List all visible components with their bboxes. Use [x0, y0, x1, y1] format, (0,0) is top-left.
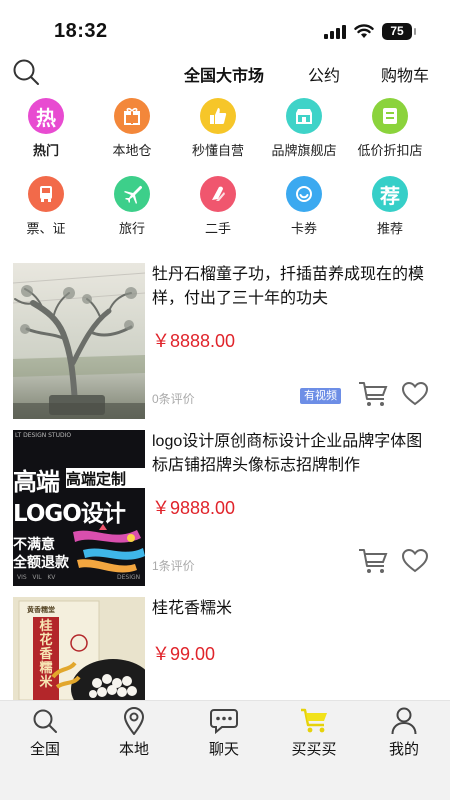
- tab-national[interactable]: 全国: [10, 707, 80, 759]
- thumbs-up-icon: [200, 98, 236, 134]
- tab-buy[interactable]: 买买买: [279, 707, 349, 759]
- product-image[interactable]: [13, 263, 145, 419]
- category-discount-store[interactable]: 低价折扣店: [345, 98, 435, 159]
- coupon-icon: [286, 176, 322, 212]
- category-label: 品牌旗舰店: [271, 143, 337, 158]
- heart-icon: [401, 548, 429, 573]
- tab-mine[interactable]: 我的: [369, 707, 439, 759]
- status-icons: 75: [324, 23, 416, 40]
- category-label: 低价折扣店: [357, 143, 423, 158]
- search-button[interactable]: [12, 58, 40, 86]
- video-badge: 有视频: [300, 388, 341, 404]
- search-icon: [33, 709, 57, 733]
- product-price: ￥9888.00: [152, 498, 236, 518]
- signal-icon: [324, 24, 346, 39]
- wifi-icon: [354, 24, 374, 38]
- shopping-cart-icon: [359, 549, 388, 573]
- product-title[interactable]: 牡丹石榴童子功，扦插苗养成现在的模样，付出了三十年的功夫: [152, 263, 437, 311]
- favorite-button[interactable]: [401, 381, 429, 406]
- category-self-operated[interactable]: 秒懂自营: [173, 98, 263, 159]
- product-price: ￥99.00: [152, 644, 216, 664]
- add-to-cart-button[interactable]: [358, 381, 388, 407]
- airplane-icon: [114, 176, 150, 212]
- discount-store-icon: [372, 98, 408, 134]
- category-recommend[interactable]: 荐 推荐: [345, 176, 435, 237]
- second-hand-icon: [200, 176, 236, 212]
- category-second-hand[interactable]: 二手: [173, 176, 263, 237]
- top-nav: 全国大市场 公约 购物车: [0, 54, 450, 90]
- product-card[interactable]: 牡丹石榴童子功，扦插苗养成现在的模样，付出了三十年的功夫 ￥8888.00 0条…: [0, 263, 450, 421]
- category-label: 本地仓: [112, 143, 152, 158]
- bottom-tab-bar: 全国 本地 聊天 买买买 我的: [0, 700, 450, 800]
- bus-ticket-icon: [28, 176, 64, 212]
- location-pin-icon: [123, 707, 145, 735]
- product-reviews: 1条评价: [152, 559, 195, 573]
- category-brand-flagship[interactable]: 品牌旗舰店: [259, 98, 349, 159]
- store-icon: [286, 98, 322, 134]
- gift-icon: [114, 98, 150, 134]
- heart-icon: [401, 381, 429, 406]
- category-label: 票、证: [26, 221, 66, 236]
- tab-label: 本地: [118, 741, 149, 758]
- status-bar: 18:32 75: [0, 0, 450, 54]
- shopping-cart-icon: [301, 708, 327, 733]
- tab-convention[interactable]: 公约: [308, 62, 340, 86]
- product-title[interactable]: 桂花香糯米: [152, 597, 437, 621]
- glutinous-rice-bag: 黄香糯堂 桂花香糯米: [13, 597, 145, 700]
- product-image[interactable]: LT DESIGN STUDIO 高端 高端定制 LOGO设计 不满意 全额退款…: [13, 430, 145, 586]
- tab-label: 我的: [388, 741, 419, 758]
- recommend-icon: 荐: [372, 176, 408, 212]
- category-label: 热门: [32, 143, 59, 158]
- category-label: 秒懂自营: [191, 143, 244, 158]
- tab-local[interactable]: 本地: [99, 707, 169, 759]
- product-image[interactable]: 黄香糯堂 桂花香糯米: [13, 597, 145, 700]
- chat-bubble-icon: [210, 709, 238, 734]
- favorite-button[interactable]: [401, 548, 429, 573]
- product-reviews: 0条评价: [152, 392, 195, 406]
- category-coupons[interactable]: 卡券: [259, 176, 349, 237]
- hot-icon: 热: [28, 98, 64, 134]
- bonsai-tree-photo: [13, 263, 145, 419]
- product-title[interactable]: logo设计原创商标设计企业品牌字体图标店铺招牌头像标志招牌制作: [152, 430, 437, 478]
- tab-label: 聊天: [208, 741, 239, 758]
- add-to-cart-button[interactable]: [358, 548, 388, 574]
- battery-indicator: 75: [382, 23, 416, 40]
- tab-national-market[interactable]: 全国大市场: [184, 62, 264, 86]
- category-tickets[interactable]: 票、证: [1, 176, 91, 237]
- category-label: 推荐: [376, 221, 403, 236]
- category-label: 旅行: [118, 221, 145, 236]
- category-travel[interactable]: 旅行: [87, 176, 177, 237]
- tab-shopping-cart[interactable]: 购物车: [381, 62, 429, 86]
- shopping-cart-icon: [359, 382, 388, 406]
- logo-design-ad: LT DESIGN STUDIO 高端 高端定制 LOGO设计 不满意 全额退款…: [13, 430, 145, 586]
- category-label: 二手: [204, 221, 231, 236]
- product-card[interactable]: LT DESIGN STUDIO 高端 高端定制 LOGO设计 不满意 全额退款…: [0, 430, 450, 588]
- tab-chat[interactable]: 聊天: [189, 707, 259, 759]
- search-icon: [13, 59, 39, 85]
- user-icon: [391, 707, 417, 735]
- category-local-warehouse[interactable]: 本地仓: [87, 98, 177, 159]
- tab-label: 全国: [29, 741, 60, 758]
- category-hot[interactable]: 热 热门: [1, 98, 91, 159]
- category-label: 卡券: [290, 221, 317, 236]
- status-time: 18:32: [54, 20, 108, 42]
- tab-label: 买买买: [291, 741, 337, 758]
- product-price: ￥8888.00: [152, 331, 236, 351]
